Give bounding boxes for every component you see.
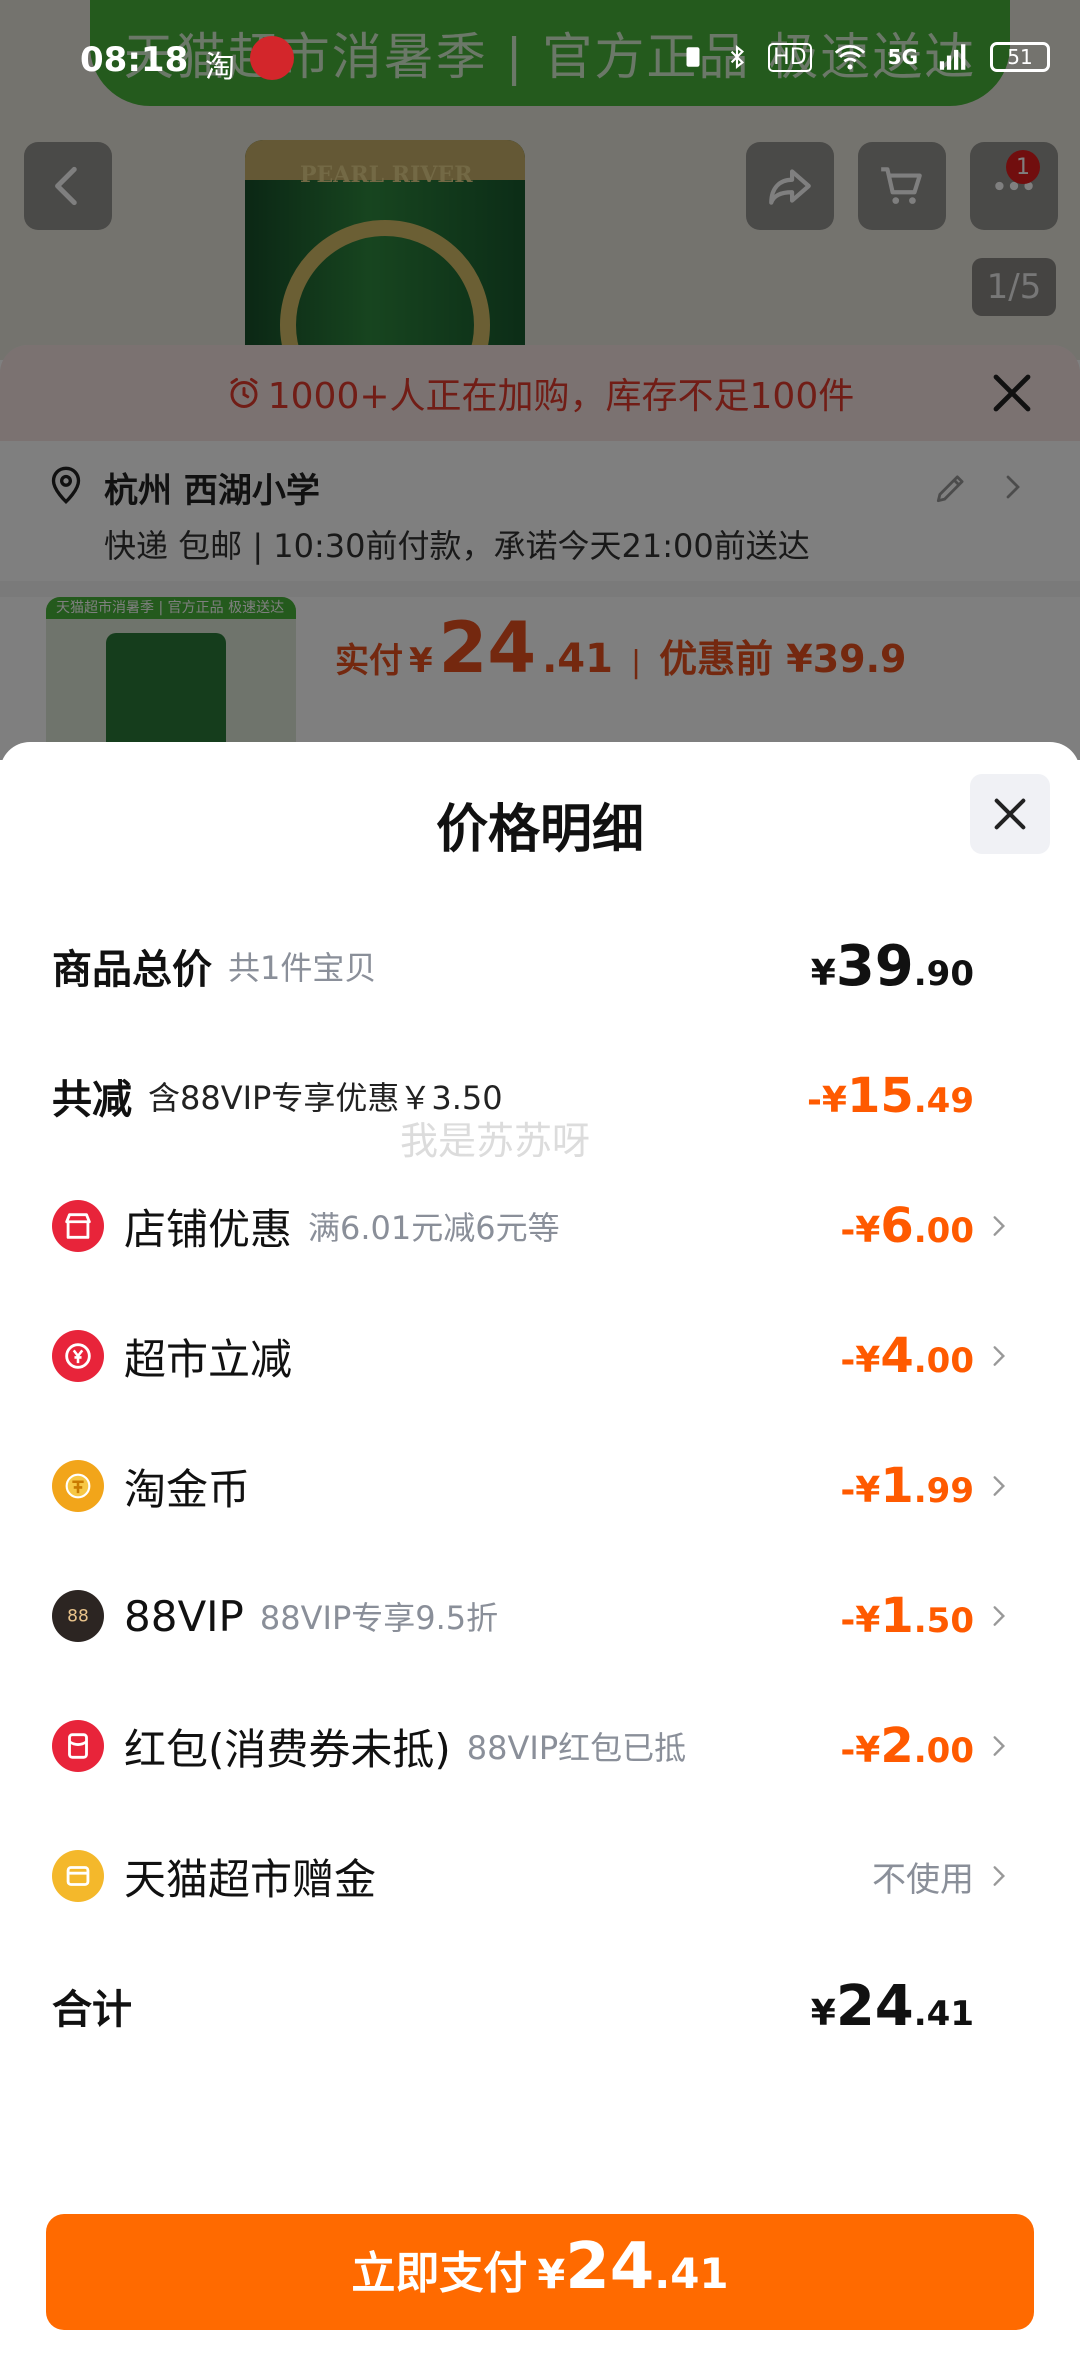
screen: PEARL RIVER 天猫超市消暑季 | 官方正品 极速送达 1 1/5 10…	[0, 0, 1080, 2376]
shop-icon	[52, 1200, 104, 1252]
total-price-row: 商品总价 共1件宝贝 ¥39.90	[52, 926, 1012, 1006]
total-label: 商品总价	[52, 947, 212, 993]
discount-amount: -¥ 2.00	[840, 1718, 974, 1774]
status-bar: 08:18 淘 HD 5G 51	[0, 0, 1080, 106]
close-button[interactable]	[970, 774, 1050, 854]
sum-amount: ¥24.41	[810, 1973, 974, 2039]
red-packet-icon	[52, 1720, 104, 1772]
discount-sub: 满6.01元减6元等	[308, 1209, 560, 1247]
status-time: 08:18	[80, 40, 189, 80]
discount-row[interactable]: 红包(消费券未抵) 88VIP红包已抵 -¥ 2.00	[52, 1706, 1012, 1786]
bluetooth-icon	[730, 44, 745, 70]
reduce-amount: -¥ 15.49	[806, 1068, 974, 1124]
close-icon	[994, 798, 1026, 830]
gift-name: 天猫超市赠金	[124, 1854, 377, 1904]
discount-name: 红包(消费券未抵)	[124, 1724, 451, 1774]
watermark: 我是苏苏呀	[400, 1119, 591, 1163]
chevron-right-icon	[993, 1346, 1006, 1366]
vibrate-icon	[686, 47, 700, 67]
battery-icon: 51	[990, 42, 1050, 72]
signal-icon	[939, 44, 966, 70]
wifi-icon	[834, 44, 865, 70]
discount-row[interactable]: 淘金币 -¥ 1.99	[52, 1446, 1012, 1526]
discount-name: 88VIP	[124, 1591, 244, 1641]
sum-row: 合计 ¥24.41	[52, 1966, 1012, 2046]
discount-row[interactable]: 店铺优惠 满6.01元减6元等 -¥ 6.00	[52, 1186, 1012, 1266]
discount-amount: -¥ 1.99	[840, 1458, 974, 1514]
discount-name: 超市立减	[124, 1334, 293, 1384]
pay-button-label: 立即支付	[351, 2248, 528, 2299]
total-sub: 共1件宝贝	[228, 949, 377, 987]
hd-icon: HD	[768, 42, 812, 72]
pay-button-int: 24	[565, 2230, 655, 2304]
gift-card-icon	[52, 1850, 104, 1902]
sum-label: 合计	[52, 1987, 132, 2033]
chevron-right-icon	[993, 1606, 1006, 1626]
vip-88-icon: 88	[52, 1590, 104, 1642]
background-page: PEARL RIVER 天猫超市消暑季 | 官方正品 极速送达 1 1/5 10…	[0, 0, 1080, 760]
chevron-right-icon	[993, 1866, 1006, 1886]
chevron-right-icon	[993, 1216, 1006, 1236]
discount-name: 店铺优惠	[124, 1204, 293, 1254]
gift-value: 不使用	[872, 1859, 974, 1900]
taobao-notification-icon: 淘	[205, 50, 235, 85]
svg-text:88: 88	[67, 1607, 89, 1627]
discount-row[interactable]: 超市立减 -¥ 4.00	[52, 1316, 1012, 1396]
discount-amount: -¥ 1.50	[840, 1588, 974, 1644]
discount-sub: 88VIP专享9.5折	[259, 1599, 499, 1637]
dim-overlay[interactable]	[0, 0, 1080, 760]
discount-amount: -¥ 6.00	[840, 1198, 974, 1254]
network-5g: 5G	[887, 45, 918, 69]
chevron-right-icon	[993, 1476, 1006, 1496]
reduce-label: 共减	[52, 1077, 132, 1123]
pay-button-currency: ¥	[537, 2252, 566, 2298]
pay-button-dec: .41	[654, 2249, 729, 2298]
yen-discount-icon	[52, 1330, 104, 1382]
discount-amount: -¥ 4.00	[840, 1328, 974, 1384]
sheet-title: 价格明细	[435, 800, 644, 860]
discount-row[interactable]: 88 88VIP 88VIP专享9.5折 -¥ 1.50	[52, 1576, 1012, 1656]
gift-row[interactable]: 天猫超市赠金 不使用	[52, 1836, 1012, 1916]
tmall-cat-icon	[250, 36, 294, 80]
discount-sub: 88VIP红包已抵	[466, 1729, 687, 1767]
coin-icon	[52, 1460, 104, 1512]
pay-now-button[interactable]: 立即支付 ¥ 24 .41	[46, 2214, 1034, 2330]
chevron-right-icon	[993, 1736, 1006, 1756]
total-amount: ¥39.90	[810, 933, 974, 999]
discount-name: 淘金币	[124, 1464, 251, 1514]
